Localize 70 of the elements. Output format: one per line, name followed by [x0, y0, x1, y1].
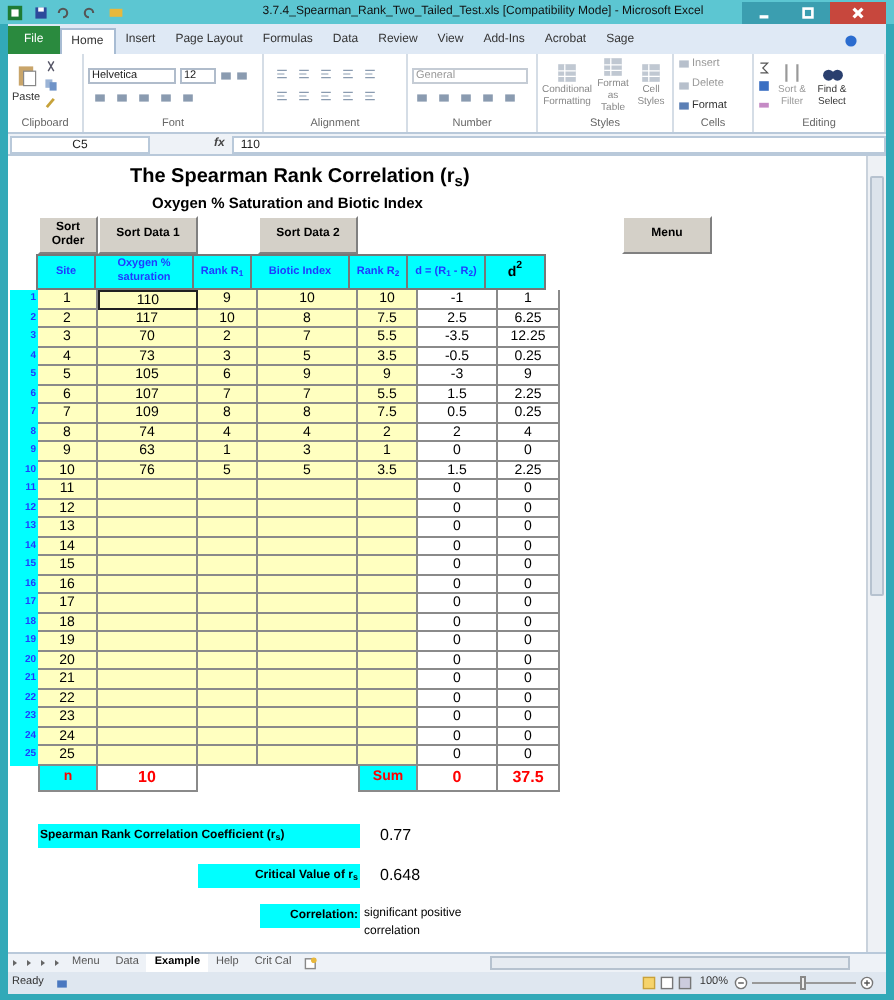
fill-icon[interactable] [758, 79, 770, 91]
table-cell [258, 518, 358, 537]
result-value: 0.648 [380, 863, 421, 887]
table-cell [258, 480, 358, 499]
table-cell [198, 632, 258, 651]
table-icon[interactable] [556, 62, 579, 84]
vertical-scrollbar[interactable] [866, 156, 886, 952]
minimize-icon[interactable] [742, 1, 786, 23]
table-cell [258, 594, 358, 613]
table-cell [258, 746, 358, 765]
redo-icon[interactable] [82, 5, 96, 19]
align-icon[interactable] [320, 90, 332, 102]
table-cell [358, 746, 418, 765]
result-value: 0.77 [380, 823, 412, 847]
brush-icon[interactable] [44, 96, 59, 110]
page-layout-icon[interactable] [659, 976, 674, 990]
table-cell [358, 518, 418, 537]
align-icon[interactable] [298, 68, 310, 80]
eraser-icon[interactable] [758, 97, 770, 109]
sheet-title: The Spearman Rank Correlation (r$_{s}$) [130, 164, 470, 190]
align-icon[interactable] [342, 90, 354, 102]
new-sheet-icon[interactable] [303, 956, 318, 970]
maximize-icon[interactable] [786, 1, 830, 23]
align-icon[interactable] [276, 68, 288, 80]
table-cell [198, 480, 258, 499]
sort-icon[interactable] [781, 62, 803, 84]
scroll-thumb[interactable] [870, 176, 884, 596]
table-cell [198, 670, 258, 689]
zoom-slider-thumb[interactable] [800, 976, 806, 990]
undo-icon[interactable] [56, 5, 70, 19]
sum-value: 0 [418, 765, 498, 791]
horizontal-scrollbar[interactable] [489, 956, 850, 970]
table-cell [258, 632, 358, 651]
align-icon[interactable] [364, 68, 376, 80]
align-icon[interactable] [298, 90, 310, 102]
table-cell [198, 518, 258, 537]
close-icon[interactable] [830, 1, 886, 23]
clipboard-icon[interactable] [14, 62, 39, 91]
table-cell [198, 594, 258, 613]
align-icon[interactable] [342, 68, 354, 80]
align-icon[interactable] [276, 90, 288, 102]
table-cell [358, 594, 418, 613]
table-cell [358, 670, 418, 689]
table-icon[interactable] [602, 56, 625, 78]
table-cell [198, 556, 258, 575]
normal-view-icon[interactable] [641, 976, 656, 990]
table-cell [358, 632, 418, 651]
table-cell [358, 708, 418, 727]
align-icon[interactable] [364, 90, 376, 102]
help-icon[interactable] [844, 34, 858, 48]
zoom-in-icon[interactable] [860, 976, 874, 990]
table-cell [198, 708, 258, 727]
page-break-icon[interactable] [677, 976, 692, 990]
copy-icon[interactable] [44, 78, 59, 92]
table-cell [358, 556, 418, 575]
align-icon[interactable] [320, 68, 332, 80]
table-cell [258, 556, 358, 575]
table-cell [198, 746, 258, 765]
excel-icon[interactable] [6, 3, 24, 21]
save-icon[interactable] [34, 5, 48, 19]
table-cell [258, 670, 358, 689]
macro-icon [55, 977, 68, 989]
sum-value: 37.5 [498, 765, 560, 791]
table-icon[interactable] [640, 62, 662, 84]
table-cell [358, 480, 418, 499]
sum-icon[interactable] [758, 61, 770, 73]
n-value: 10 [98, 765, 198, 791]
scissors-icon[interactable] [44, 60, 59, 74]
table-cell [258, 708, 358, 727]
zoom-out-icon[interactable] [734, 976, 748, 990]
